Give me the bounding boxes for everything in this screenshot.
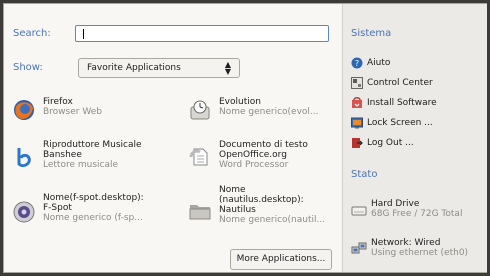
system-item-label: Aiuto	[367, 58, 391, 68]
app-name-line2: F-Spot	[43, 203, 72, 213]
status-drive-name: Hard Drive	[371, 199, 420, 209]
app-openoffice-writer[interactable]: Documento di testo OpenOffice.org Word P…	[189, 140, 339, 184]
status-drive-desc: 68G Free / 72G Total	[371, 209, 463, 219]
system-item-label: Lock Screen ...	[367, 118, 433, 128]
hard-drive-icon	[351, 206, 367, 216]
show-filter-select[interactable]: Favorite Applications ▲ ▼	[78, 58, 240, 78]
app-desc: Nome generico(nautil...	[219, 215, 326, 225]
system-item-label: Control Center	[367, 78, 433, 88]
svg-text:?: ?	[355, 59, 359, 68]
system-pane: Sistema ? Aiuto Control Center Install S…	[342, 4, 487, 272]
writer-icon	[189, 148, 208, 166]
app-fspot[interactable]: Nome(f-spot.desktop): F-Spot Nome generi…	[13, 193, 183, 237]
search-label: Search:	[13, 28, 51, 39]
app-name: Documento di testo	[219, 140, 308, 150]
status-section-title: Stato	[351, 169, 378, 180]
logout-icon	[352, 138, 363, 148]
app-banshee[interactable]: Riproduttore Musicale Banshee Lettore mu…	[13, 140, 183, 184]
lock-screen-icon	[351, 117, 363, 129]
show-label: Show:	[13, 62, 43, 73]
app-desc: Word Processor	[219, 160, 289, 170]
search-input[interactable]	[75, 25, 329, 42]
system-section-title: Sistema	[351, 28, 392, 39]
firefox-icon	[14, 100, 34, 120]
nautilus-icon	[189, 205, 211, 220]
banshee-icon	[17, 148, 31, 168]
status-network-desc: Using ethernet (eth0)	[371, 248, 469, 258]
more-applications-button[interactable]: More Applications...	[230, 249, 332, 270]
show-filter-value: Favorite Applications	[87, 63, 181, 73]
app-desc: Nome generico(evol...	[219, 107, 319, 117]
app-name: Nome(f-spot.desktop):	[43, 193, 144, 203]
app-firefox[interactable]: Firefox Browser Web	[13, 97, 163, 141]
main-menu-window: Search: Show: Favorite Applications ▲ ▼ F…	[3, 3, 487, 273]
text-caret	[83, 29, 84, 39]
app-desc: Nome generico (f-sp...	[43, 213, 143, 223]
system-item-label: Log Out ...	[367, 138, 414, 148]
help-icon: ?	[351, 57, 363, 69]
app-nautilus[interactable]: Nome (nautilus.desktop): Nautilus Nome g…	[189, 185, 339, 229]
app-evolution[interactable]: Evolution Nome generico(evol...	[189, 97, 339, 141]
applications-pane: Search: Show: Favorite Applications ▲ ▼ F…	[4, 4, 341, 272]
app-name-line3: Nautilus	[219, 205, 256, 215]
app-name: Firefox	[43, 97, 73, 107]
status-network-name: Network: Wired	[371, 238, 441, 248]
app-name-line2: OpenOffice.org	[219, 150, 287, 160]
install-software-icon	[352, 97, 362, 108]
app-name-line2: (nautilus.desktop):	[219, 195, 304, 205]
evolution-icon	[190, 100, 210, 120]
app-desc: Browser Web	[43, 107, 102, 117]
system-item-label: Install Software	[367, 98, 437, 108]
network-wired-icon	[351, 242, 367, 254]
app-name-line2: Banshee	[43, 150, 82, 160]
control-center-icon	[351, 77, 363, 89]
select-arrows-icon: ▲ ▼	[224, 60, 231, 76]
app-name: Nome	[219, 185, 246, 195]
fspot-icon	[13, 201, 35, 223]
app-name: Riproduttore Musicale	[43, 140, 142, 150]
app-name: Evolution	[219, 97, 261, 107]
app-desc: Lettore musicale	[43, 160, 119, 170]
